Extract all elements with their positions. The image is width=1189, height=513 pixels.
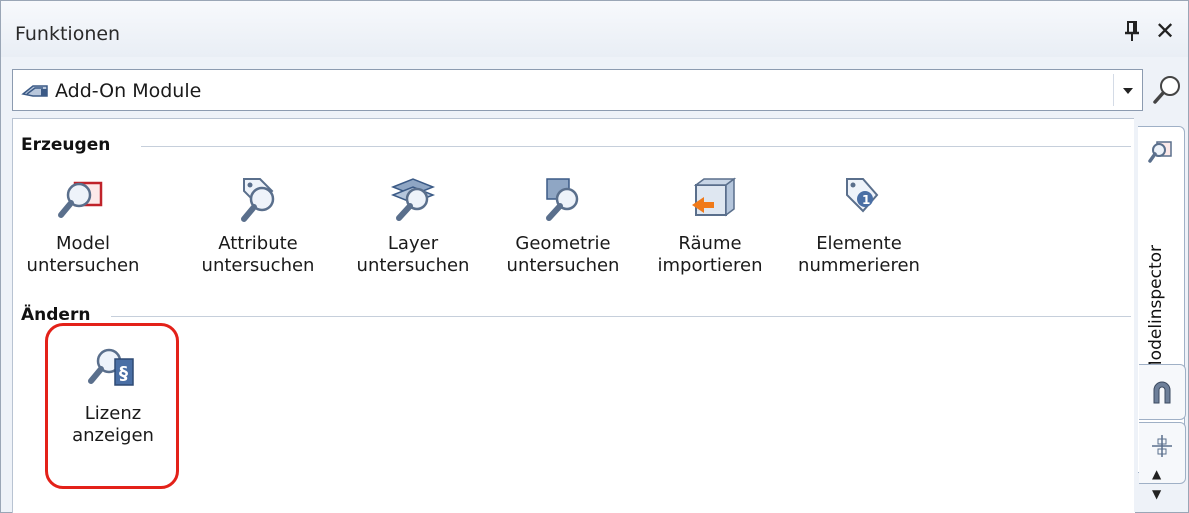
highlight-frame <box>45 323 179 489</box>
tool-label-line1: Geometrie <box>515 233 611 254</box>
model-inspect-icon <box>58 181 103 218</box>
tool-raeume-importieren[interactable]: Räume importieren <box>640 175 780 277</box>
pin-icon[interactable] <box>1121 19 1145 43</box>
module-select[interactable]: Add-On Module <box>12 69 1143 111</box>
scroll-up-arrow[interactable]: ▲ <box>1152 467 1161 481</box>
tool-elemente-nummerieren[interactable]: 1 Elemente nummerieren <box>789 175 929 277</box>
search-icon[interactable] <box>1151 73 1183 107</box>
tool-label-line1: Model <box>55 233 111 254</box>
model-inspect-tab-icon <box>1148 141 1172 163</box>
tool-layer-untersuchen[interactable]: Layer untersuchen <box>343 175 483 277</box>
add-on-module-icon <box>21 85 48 97</box>
geometry-inspect-icon <box>546 178 579 221</box>
tool-label-line2: untersuchen <box>506 255 620 276</box>
tool-label-line2: nummerieren <box>798 255 920 276</box>
functions-panel: Funktionen ✕ Add-On Module Erzeugen Mode… <box>0 0 1189 513</box>
svg-text:1: 1 <box>862 193 870 207</box>
tool-geometrie-untersuchen[interactable]: Geometrie untersuchen <box>493 175 633 277</box>
magnet-icon <box>1153 381 1171 404</box>
tab-modelinspector[interactable]: Modelinspector <box>1138 126 1185 473</box>
tab-measure[interactable] <box>1139 422 1186 484</box>
tool-label-line2: untersuchen <box>356 255 470 276</box>
group-title-aendern: Ändern <box>21 305 91 325</box>
group-divider <box>111 316 1131 317</box>
measure-icon <box>1152 435 1172 457</box>
tool-label-line1: Räume <box>678 233 742 254</box>
tool-attribute-untersuchen[interactable]: Attribute untersuchen <box>188 175 328 277</box>
tab-magnet[interactable] <box>1139 364 1186 420</box>
tool-label-line2: untersuchen <box>201 255 315 276</box>
tool-label-line1: Attribute <box>218 233 298 254</box>
tools-area: Erzeugen Model untersuchen Attribute unt… <box>12 118 1135 513</box>
panel-titlebar: Funktionen ✕ <box>1 1 1188 57</box>
layer-inspect-icon <box>390 178 436 221</box>
close-icon[interactable]: ✕ <box>1151 17 1179 45</box>
attribute-inspect-icon <box>241 178 275 222</box>
module-select-value: Add-On Module <box>55 80 202 102</box>
panel-title: Funktionen <box>15 23 121 45</box>
tool-label-line1: Elemente <box>816 233 902 254</box>
group-title-erzeugen: Erzeugen <box>21 135 111 155</box>
rooms-import-icon <box>692 177 737 217</box>
tool-label-line2: importieren <box>657 255 763 276</box>
group-divider <box>141 146 1131 147</box>
scroll-down-arrow[interactable]: ▼ <box>1152 487 1161 501</box>
tool-label-line2: untersuchen <box>26 255 140 276</box>
elements-number-icon: 1 <box>846 178 879 213</box>
tool-model-untersuchen[interactable]: Model untersuchen <box>13 175 153 277</box>
tool-label-line1: Layer <box>387 233 439 254</box>
chevron-down-icon[interactable] <box>1113 70 1143 110</box>
